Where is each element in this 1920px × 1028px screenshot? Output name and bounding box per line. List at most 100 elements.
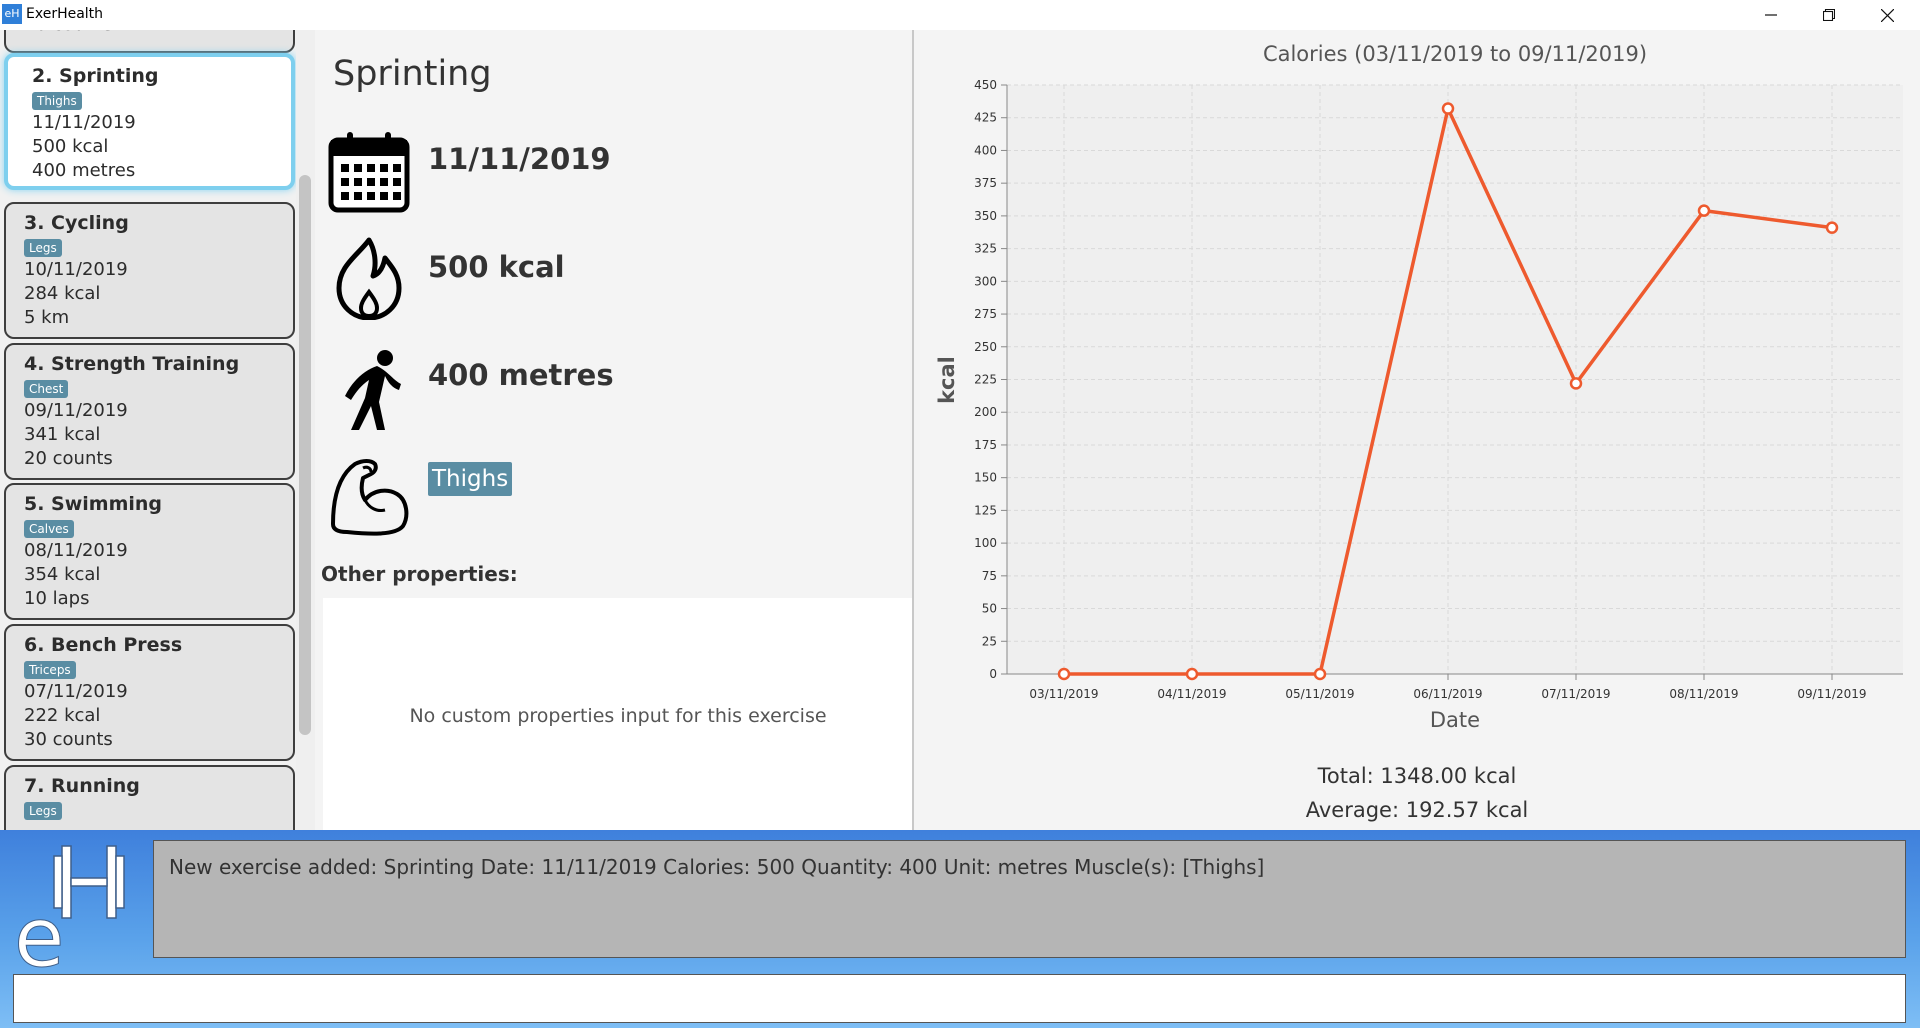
chart-y-tick-label: 425 xyxy=(974,111,997,125)
card-date: 07/11/2019 xyxy=(24,681,128,702)
chart-y-tick-label: 75 xyxy=(982,569,997,583)
chart-x-axis-label: Date xyxy=(1430,708,1480,732)
card-quantity: 10 laps xyxy=(24,588,90,609)
command-input[interactable] xyxy=(13,974,1906,1023)
exercise-person-icon xyxy=(345,350,401,430)
maximize-icon xyxy=(1823,9,1835,21)
list-card-bench-press[interactable]: 6. Bench Press Triceps 07/11/2019 222 kc… xyxy=(4,624,295,761)
chart-y-tick-label: 0 xyxy=(989,667,997,681)
card-title: 5. Swimming xyxy=(24,493,163,515)
card-date: 10/11/2019 xyxy=(24,259,128,280)
card-calories: 354 kcal xyxy=(24,564,101,585)
restore-button[interactable] xyxy=(1800,0,1858,30)
close-button[interactable] xyxy=(1858,0,1916,30)
card-muscle-tag: Triceps xyxy=(24,661,76,679)
chart-data-point xyxy=(1569,377,1583,390)
chart-y-tick-label: 175 xyxy=(974,438,997,452)
minimize-button[interactable] xyxy=(1742,0,1800,30)
detail-quantity: 400 metres xyxy=(428,358,614,392)
detail-date: 11/11/2019 xyxy=(428,142,611,176)
calendar-icon xyxy=(328,132,410,213)
chart-x-tick-label: 03/11/2019 xyxy=(1029,687,1098,701)
card-calories: 341 kcal xyxy=(24,424,101,445)
card-calories: 284 kcal xyxy=(24,283,101,304)
close-icon xyxy=(1880,8,1894,22)
list-card-sprinting[interactable]: 2. Sprinting Thighs 11/11/2019 500 kcal … xyxy=(4,53,295,190)
card-quantity: 400 metres xyxy=(32,160,136,181)
card-title: 2. Sprinting xyxy=(32,65,159,87)
chart-y-tick-label: 250 xyxy=(974,340,997,354)
card-muscle-tag: Legs xyxy=(24,239,62,257)
chart-y-tick-label: 350 xyxy=(974,209,997,223)
card-date: 08/11/2019 xyxy=(24,540,128,561)
minimize-icon xyxy=(1765,14,1777,16)
chart-data-point xyxy=(1441,102,1455,115)
app-logo-icon: eH xyxy=(2,4,22,24)
chart-y-tick-label: 300 xyxy=(974,274,997,288)
card-title: 3. Cycling xyxy=(24,212,129,234)
exerhealth-logo-icon: e xyxy=(14,845,125,971)
detail-muscle-tag: Thighs xyxy=(428,462,513,496)
chart-y-tick-label: 25 xyxy=(982,634,997,648)
exercise-list[interactable]: 10 counts 2. Sprinting Thighs 11/11/2019… xyxy=(0,30,315,830)
card-quantity: 20 counts xyxy=(24,448,113,469)
detail-exercise-name: Sprinting xyxy=(333,54,492,94)
list-card-strength-training[interactable]: 4. Strength Training Chest 09/11/2019 34… xyxy=(4,343,295,480)
chart-y-tick-label: 100 xyxy=(974,536,997,550)
chart-data-point xyxy=(1057,667,1071,681)
list-card-swimming[interactable]: 5. Swimming Calves 08/11/2019 354 kcal 1… xyxy=(4,483,295,620)
card-partial-text: 10 counts xyxy=(24,30,113,38)
chart-x-tick-label: 08/11/2019 xyxy=(1669,687,1738,701)
result-display: New exercise added: Sprinting Date: 11/1… xyxy=(153,840,1906,958)
chart-title: Calories (03/11/2019 to 09/11/2019) xyxy=(1263,42,1647,66)
chart-y-tick-label: 200 xyxy=(974,405,997,419)
other-properties-label: Other properties: xyxy=(321,562,518,586)
chart-x-tick-label: 04/11/2019 xyxy=(1157,687,1226,701)
chart-y-tick-label: 225 xyxy=(974,373,997,387)
chart-y-tick-label: 125 xyxy=(974,503,997,517)
list-card-partial[interactable]: 10 counts xyxy=(4,30,295,53)
svg-text:e: e xyxy=(14,891,64,971)
chart-y-tick-label: 325 xyxy=(974,242,997,256)
list-card-running[interactable]: 7. Running Legs xyxy=(4,765,295,830)
calories-line-chart: 0 25 50 75 100 125 150 175 200 225 250 275 300 325 350… xyxy=(935,42,1903,732)
chart-x-tick-label: 09/11/2019 xyxy=(1797,687,1866,701)
card-muscle-tag: Legs xyxy=(24,802,62,820)
chart-total: Total: 1348.00 kcal xyxy=(1317,764,1517,788)
window-title: ExerHealth xyxy=(26,6,104,22)
list-scrollbar-thumb[interactable] xyxy=(299,175,311,735)
chart-y-tick-label: 50 xyxy=(982,602,997,616)
chart-y-tick-label: 375 xyxy=(974,176,997,190)
app-window: eH ExerHealth 10 counts 2. Sprinting Thi… xyxy=(0,0,1920,1028)
chart-x-tick-label: 06/11/2019 xyxy=(1413,687,1482,701)
card-muscle-tag: Thighs xyxy=(32,92,82,110)
other-properties-empty-message: No custom properties input for this exer… xyxy=(409,705,827,727)
card-title: 7. Running xyxy=(24,775,140,797)
chart-data-point xyxy=(1825,221,1839,234)
chart-data-point xyxy=(1697,204,1711,217)
exercise-details-panel: Sprinting 11/11/2019 500 kcal 400 metres xyxy=(315,30,913,830)
chart-y-tick-label: 275 xyxy=(974,307,997,321)
card-calories: 222 kcal xyxy=(24,705,101,726)
chart-x-tick-label: 05/11/2019 xyxy=(1285,687,1354,701)
chart-y-axis-label: kcal xyxy=(935,356,959,404)
card-date: 09/11/2019 xyxy=(24,400,128,421)
chart-y-tick-label: 450 xyxy=(974,78,997,92)
title-bar: eH ExerHealth xyxy=(0,0,1920,30)
chart-average: Average: 192.57 kcal xyxy=(1305,798,1529,822)
chart-y-tick-label: 400 xyxy=(974,143,997,157)
list-card-cycling[interactable]: 3. Cycling Legs 10/11/2019 284 kcal 5 km xyxy=(4,202,295,339)
list-scrollbar[interactable] xyxy=(296,30,315,830)
card-title: 4. Strength Training xyxy=(24,353,240,375)
card-muscle-tag: Calves xyxy=(24,520,74,538)
card-title: 6. Bench Press xyxy=(24,634,183,656)
card-date: 11/11/2019 xyxy=(32,112,136,133)
chart-data-point xyxy=(1313,667,1327,681)
card-calories: 500 kcal xyxy=(32,136,109,157)
muscle-arm-icon xyxy=(331,459,409,536)
card-muscle-tag: Chest xyxy=(24,380,69,398)
card-quantity: 5 km xyxy=(24,307,70,328)
card-quantity: 30 counts xyxy=(24,729,113,750)
bottom-command-area: e New exercise added: Sprinting Date: 11… xyxy=(0,830,1920,1028)
chart-data-point xyxy=(1185,667,1199,681)
